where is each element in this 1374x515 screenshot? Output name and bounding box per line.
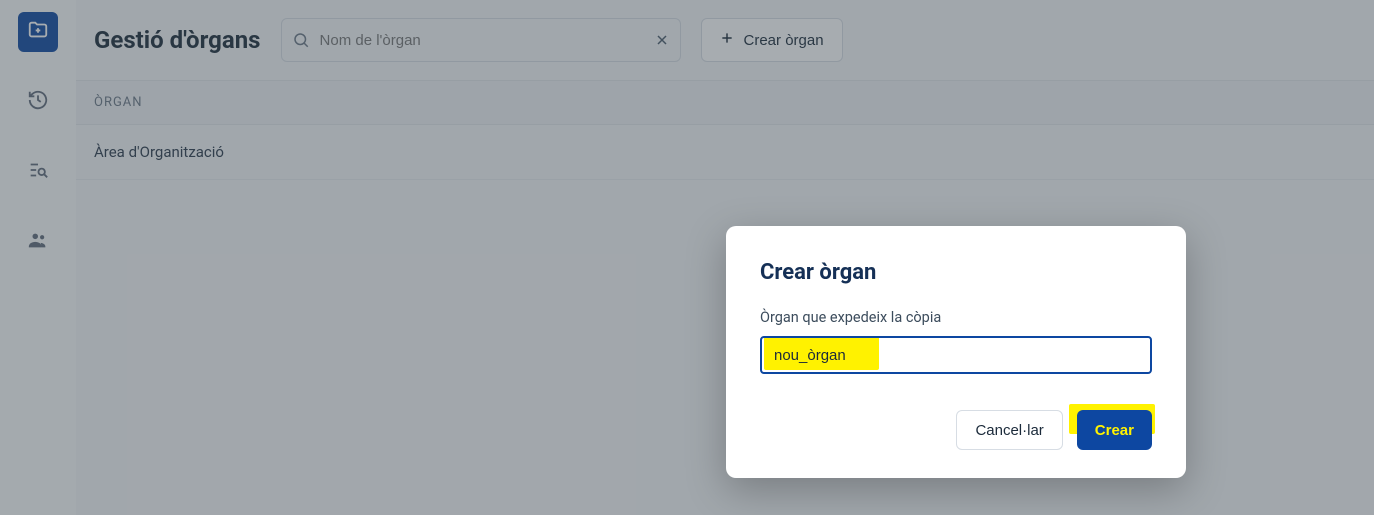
submit-create-button[interactable]: Crear: [1077, 410, 1152, 450]
cancel-button-label: Cancel·lar: [975, 422, 1043, 439]
organ-name-input[interactable]: [760, 336, 1152, 374]
create-organ-modal: Crear òrgan Òrgan que expedeix la còpia …: [726, 226, 1186, 478]
cancel-button[interactable]: Cancel·lar: [956, 410, 1062, 450]
modal-actions: Cancel·lar Crear: [760, 410, 1152, 450]
modal-title: Crear òrgan: [760, 260, 1152, 285]
submit-create-button-label: Crear: [1095, 422, 1134, 439]
modal-field-label: Òrgan que expedeix la còpia: [760, 309, 1152, 326]
